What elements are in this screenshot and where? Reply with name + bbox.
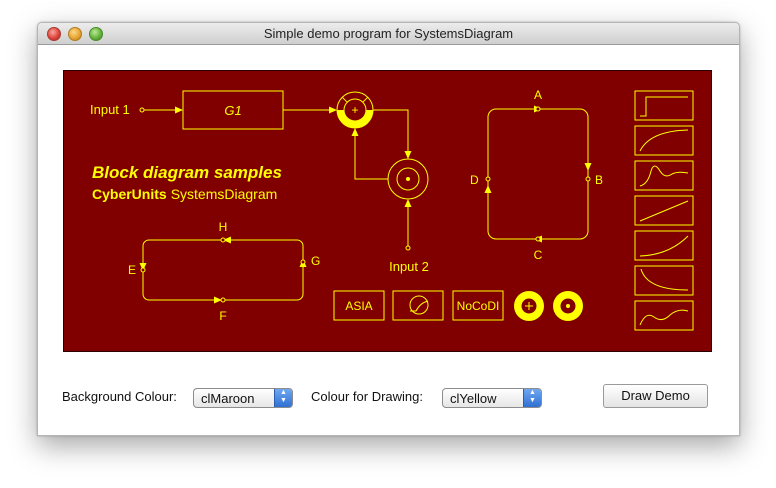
input1-label: Input 1 (90, 102, 130, 117)
brand-text: CyberUnits SystemsDiagram (92, 186, 277, 202)
summation-1-plus: + (351, 103, 358, 117)
point-h-label: H (219, 220, 228, 234)
diagram-canvas: Input 1 G1 + Input 2 Block diagram sampl… (63, 70, 712, 352)
point-b-label: B (595, 173, 603, 187)
point-c-label: C (534, 248, 543, 262)
input1-arrowhead (175, 106, 183, 114)
input2-terminal (405, 245, 411, 251)
brand-rest: SystemsDiagram (171, 186, 278, 202)
pt2-response-icon (634, 160, 694, 191)
drawing-colour-label: Colour for Drawing: (311, 389, 423, 404)
brand-bold: CyberUnits (92, 186, 167, 202)
draw-demo-button[interactable]: Draw Demo (603, 384, 708, 408)
loop-efgh (139, 236, 307, 304)
asia-label: ASIA (345, 299, 372, 313)
diagram-svg: Input 1 G1 + Input 2 Block diagram sampl… (90, 88, 694, 331)
summation-point-2 (387, 158, 429, 200)
background-colour-value: clMaroon (201, 391, 255, 406)
point-g-label: G (311, 254, 320, 268)
input2-label: Input 2 (389, 259, 429, 274)
sum1-to-sum2-arrowhead (404, 151, 412, 159)
step-response-icon (634, 90, 694, 121)
point-f-label: F (219, 309, 226, 323)
bode-chart-icon (392, 290, 444, 321)
oscillation-response-icon (634, 300, 694, 331)
background-colour-label: Background Colour: (62, 389, 177, 404)
pt1-response-icon (634, 125, 694, 156)
drawing-colour-value: clYellow (450, 391, 497, 406)
point-e-label: E (128, 263, 136, 277)
ramp-response-icon (634, 195, 694, 226)
nocodi-label: NoCoDI (457, 299, 500, 313)
select-arrows-icon: ▲ ▼ (523, 389, 541, 407)
loop-abcd (484, 105, 592, 243)
sum1-to-sum2-wire (373, 109, 409, 157)
input1-terminal (139, 107, 145, 113)
decay-response-icon (634, 265, 694, 296)
select-arrows-icon: ▲ ▼ (274, 389, 292, 407)
sum-plus-symbol (514, 291, 544, 321)
block-g1-label: G1 (224, 103, 241, 118)
window-title: Simple demo program for SystemsDiagram (263, 26, 514, 41)
point-d-label: D (470, 173, 479, 187)
feedback-arrowhead (351, 128, 359, 136)
drawing-colour-select[interactable]: clYellow ▲ ▼ (442, 388, 542, 408)
g1-out-arrowhead (329, 106, 337, 114)
heading-text: Block diagram samples (92, 163, 282, 182)
background-colour-select[interactable]: clMaroon ▲ ▼ (193, 388, 293, 408)
input2-arrowhead (404, 199, 412, 207)
summation-point-1: + (336, 91, 374, 129)
feedback-wire (354, 130, 388, 180)
app-window: Simple demo program for SystemsDiagram I… (37, 22, 740, 436)
parabola-response-icon (634, 230, 694, 261)
title-bar[interactable]: Simple demo program for SystemsDiagram (38, 23, 739, 45)
sum-dot-symbol (553, 291, 583, 321)
point-a-label: A (534, 88, 542, 102)
